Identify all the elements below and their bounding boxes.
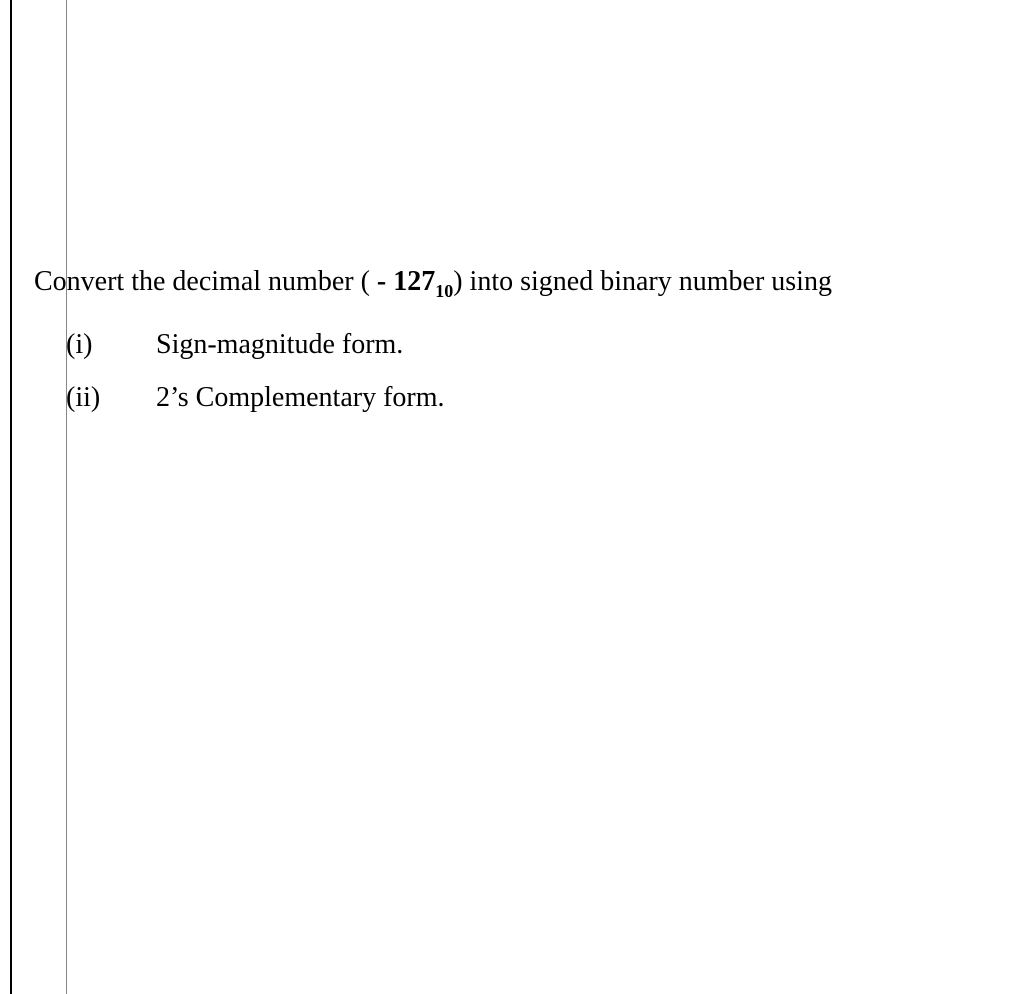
question-suffix: ) into signed binary number using	[453, 266, 832, 297]
question-number: - 127	[370, 266, 435, 297]
option-label-1: (i)	[66, 323, 156, 368]
question-text: Convert the decimal number ( - 12710) in…	[34, 260, 1027, 305]
option-text-2: 2’s Complementary form.	[156, 376, 1027, 421]
question-prefix: Convert the decimal number (	[34, 266, 370, 297]
page-inner-border	[66, 0, 1027, 994]
question-content: Convert the decimal number ( - 12710) in…	[34, 260, 1027, 429]
question-subscript: 10	[435, 281, 453, 301]
option-row: (ii) 2’s Complementary form.	[66, 376, 1027, 421]
page-left-border: Convert the decimal number ( - 12710) in…	[10, 0, 1027, 994]
option-label-2: (ii)	[66, 376, 156, 421]
option-text-1: Sign-magnitude form.	[156, 323, 1027, 368]
option-row: (i) Sign-magnitude form.	[66, 323, 1027, 368]
